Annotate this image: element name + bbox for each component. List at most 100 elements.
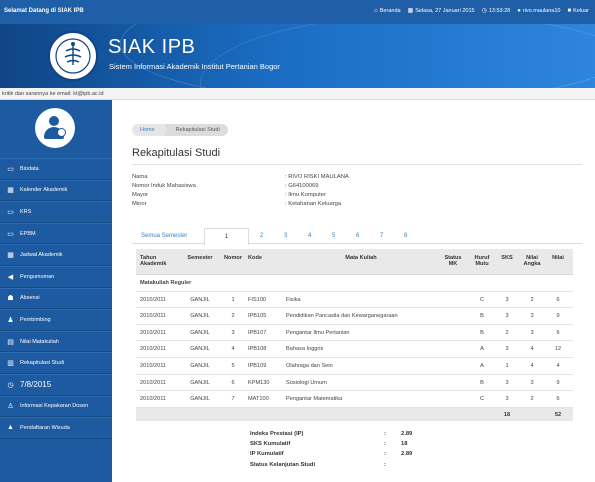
summary-row: Indeks Prestasi (IP): 2.89 — [250, 431, 412, 441]
welcome-text: Selamat Datang di SIAK IPB — [4, 8, 84, 14]
calendar-icon: ▦ — [7, 252, 14, 260]
tab-semua-semester[interactable]: Semua Semester — [141, 233, 187, 239]
info-label: Minor — [132, 201, 147, 207]
table-cell: Pengantar Matematika — [286, 396, 343, 403]
total-nilai: 52 — [554, 411, 562, 418]
table-footer: 18 52 — [136, 407, 573, 421]
info-row: Nama: RIVO RISKI MAULANA — [132, 174, 349, 183]
sidebar-item-11[interactable]: ♙ Informasi Kepakaran Dosen — [0, 395, 112, 418]
sidebar-item-label: Jadwal Akademik — [20, 252, 63, 259]
tab-semester-2[interactable]: 2 — [260, 233, 263, 239]
summary-label: Status Kelanjutan Studi — [250, 461, 316, 468]
col-nilai: Nilai — [552, 255, 564, 261]
table-cell: 2 — [231, 313, 235, 320]
tab-semester-1[interactable]: 1 — [204, 228, 249, 245]
sidebar-item-2[interactable]: ▭ KRS — [0, 201, 112, 223]
beranda-link[interactable]: ⌂ Beranda — [374, 8, 400, 14]
col-matakuliah: Mata Kuliah — [345, 255, 377, 261]
table-row: 2010/2011 GANJIL 4 IPB108 Bahasa Inggris A 3 4 1… — [136, 341, 573, 358]
tab-semester-6[interactable]: 6 — [356, 233, 359, 239]
sidebar-item-label: Pengumuman — [20, 273, 55, 280]
table-cell: GANJIL — [190, 296, 210, 303]
table-cell: 2 — [530, 396, 534, 403]
col-status: Status MK — [444, 255, 462, 267]
summary-colon: : — [384, 441, 386, 448]
col-nomor: Nomor — [223, 255, 243, 261]
table-cell: GANJIL — [190, 346, 210, 353]
info-bar: kritik dan sarannya ke email: kt@ipb.ac.… — [0, 88, 595, 100]
sidebar-item-label: 7/8/2015 — [20, 380, 52, 390]
info-label: Nomor Induk Mahasiswa — [132, 183, 196, 189]
summary-colon: : — [384, 431, 386, 437]
table-cell: 9 — [556, 379, 560, 386]
table-cell: Pengantar Ilmu Pertanian — [286, 329, 350, 336]
summary-label: IP Kumulatif — [250, 451, 284, 458]
tab-semester-5[interactable]: 5 — [332, 233, 335, 239]
table-cell: MAT100 — [248, 396, 269, 403]
sidebar-item-label: Nilai Matakuliah — [20, 338, 59, 345]
sidebar-item-label: Kalender Akademik — [20, 187, 68, 194]
sidebar-item-12[interactable]: ▲ Pendaftaran Wisuda — [0, 417, 112, 439]
feedback-text: kritik dan sarannya ke email: kt@ipb.ac.… — [2, 91, 104, 97]
col-semester: Semester — [187, 255, 213, 261]
clock-icon: ◷ — [481, 8, 487, 14]
info-label: Nama — [132, 174, 148, 180]
table-cell: GANJIL — [190, 362, 210, 369]
summary-value: 2.89 — [401, 431, 413, 437]
summary-colon: : — [384, 451, 386, 458]
breadcrumb-home[interactable]: Home — [132, 124, 168, 136]
table-cell: 2010/2011 — [140, 379, 167, 386]
info-label: Mayor — [132, 192, 149, 198]
sidebar-item-6[interactable]: ☗ Absensi — [0, 287, 112, 310]
sidebar-item-1[interactable]: ▦ Kalender Akademik — [0, 179, 112, 202]
sidebar-item-3[interactable]: ▭ EPBM — [0, 222, 112, 245]
table-cell: 2010/2011 — [140, 313, 167, 320]
sidebar-item-0[interactable]: ▭ Biodata — [0, 158, 112, 180]
table-row: 2010/2011 GANJIL 2 IPB105 Pendidikan Pancasi… — [136, 308, 573, 325]
table-cell: 3 — [530, 313, 534, 320]
main-content: Home Rekapitulasi Studi Rekapitulasi Stu… — [112, 100, 595, 482]
sidebar-item-5[interactable]: ◀ Pengumuman — [0, 265, 112, 288]
tab-semester-3[interactable]: 3 — [284, 233, 287, 239]
table-cell: GANJIL — [190, 313, 210, 320]
graduation-icon: ▲ — [7, 424, 14, 432]
table-cell: 3 — [505, 346, 509, 353]
table-cell: Pendidikan Pancasila dan Kewarganegaraan — [286, 313, 398, 320]
breadcrumb: Home Rekapitulasi Studi — [132, 124, 228, 136]
table-cell: 7 — [231, 396, 235, 403]
site-subtitle: Sistem Informasi Akademik Institut Perta… — [109, 62, 280, 71]
mentor-icon: ♟ — [7, 316, 14, 324]
table-cell: B — [480, 313, 484, 320]
tab-semester-8[interactable]: 8 — [404, 233, 407, 239]
top-bar-links: ⌂ Beranda ▦ Selasa, 27 Januari 2015 ◷ 13… — [374, 8, 589, 14]
ipb-logo[interactable] — [48, 31, 98, 81]
sidebar-item-9[interactable]: ▥ Rekapitulasi Studi — [0, 352, 112, 374]
table-cell: 3 — [505, 296, 509, 303]
logout-text: Keluar — [573, 8, 589, 14]
logout-link[interactable]: ■ Keluar — [567, 8, 589, 14]
grades-icon: ▤ — [7, 338, 14, 346]
sidebar-item-label: Pembimbing — [20, 316, 51, 323]
id-card-icon: ▭ — [7, 230, 14, 238]
megaphone-icon: ◀ — [7, 273, 14, 281]
table-cell: 1 — [505, 362, 509, 369]
sidebar-item-8[interactable]: ▤ Nilai Matakuliah — [0, 330, 112, 353]
tab-semester-4[interactable]: 4 — [308, 233, 311, 239]
id-card-icon: ▭ — [7, 165, 14, 173]
summary-label: SKS Kumulatif — [250, 441, 291, 448]
col-huruf-mutu: Huruf Mutu — [474, 255, 490, 267]
group-label: Matakuliah Reguler — [140, 280, 192, 286]
sidebar-item-7[interactable]: ♟ Pembimbing — [0, 309, 112, 331]
table-cell: 2010/2011 — [140, 346, 167, 353]
tab-semester-7[interactable]: 7 — [380, 233, 383, 239]
user-link[interactable]: ● rivo.maulana10 — [517, 8, 560, 14]
sidebar-item-4[interactable]: ▦ Jadwal Akademik — [0, 244, 112, 266]
user-icon: ● — [517, 8, 521, 14]
summary-colon: : — [384, 461, 386, 468]
info-row: Mayor: Ilmu Komputer — [132, 192, 349, 201]
users-icon: ☗ — [7, 295, 14, 303]
table-cell: 2 — [505, 329, 509, 336]
avatar[interactable] — [35, 108, 75, 148]
table-cell: 1 — [231, 296, 235, 303]
id-card-icon: ▭ — [7, 208, 14, 216]
